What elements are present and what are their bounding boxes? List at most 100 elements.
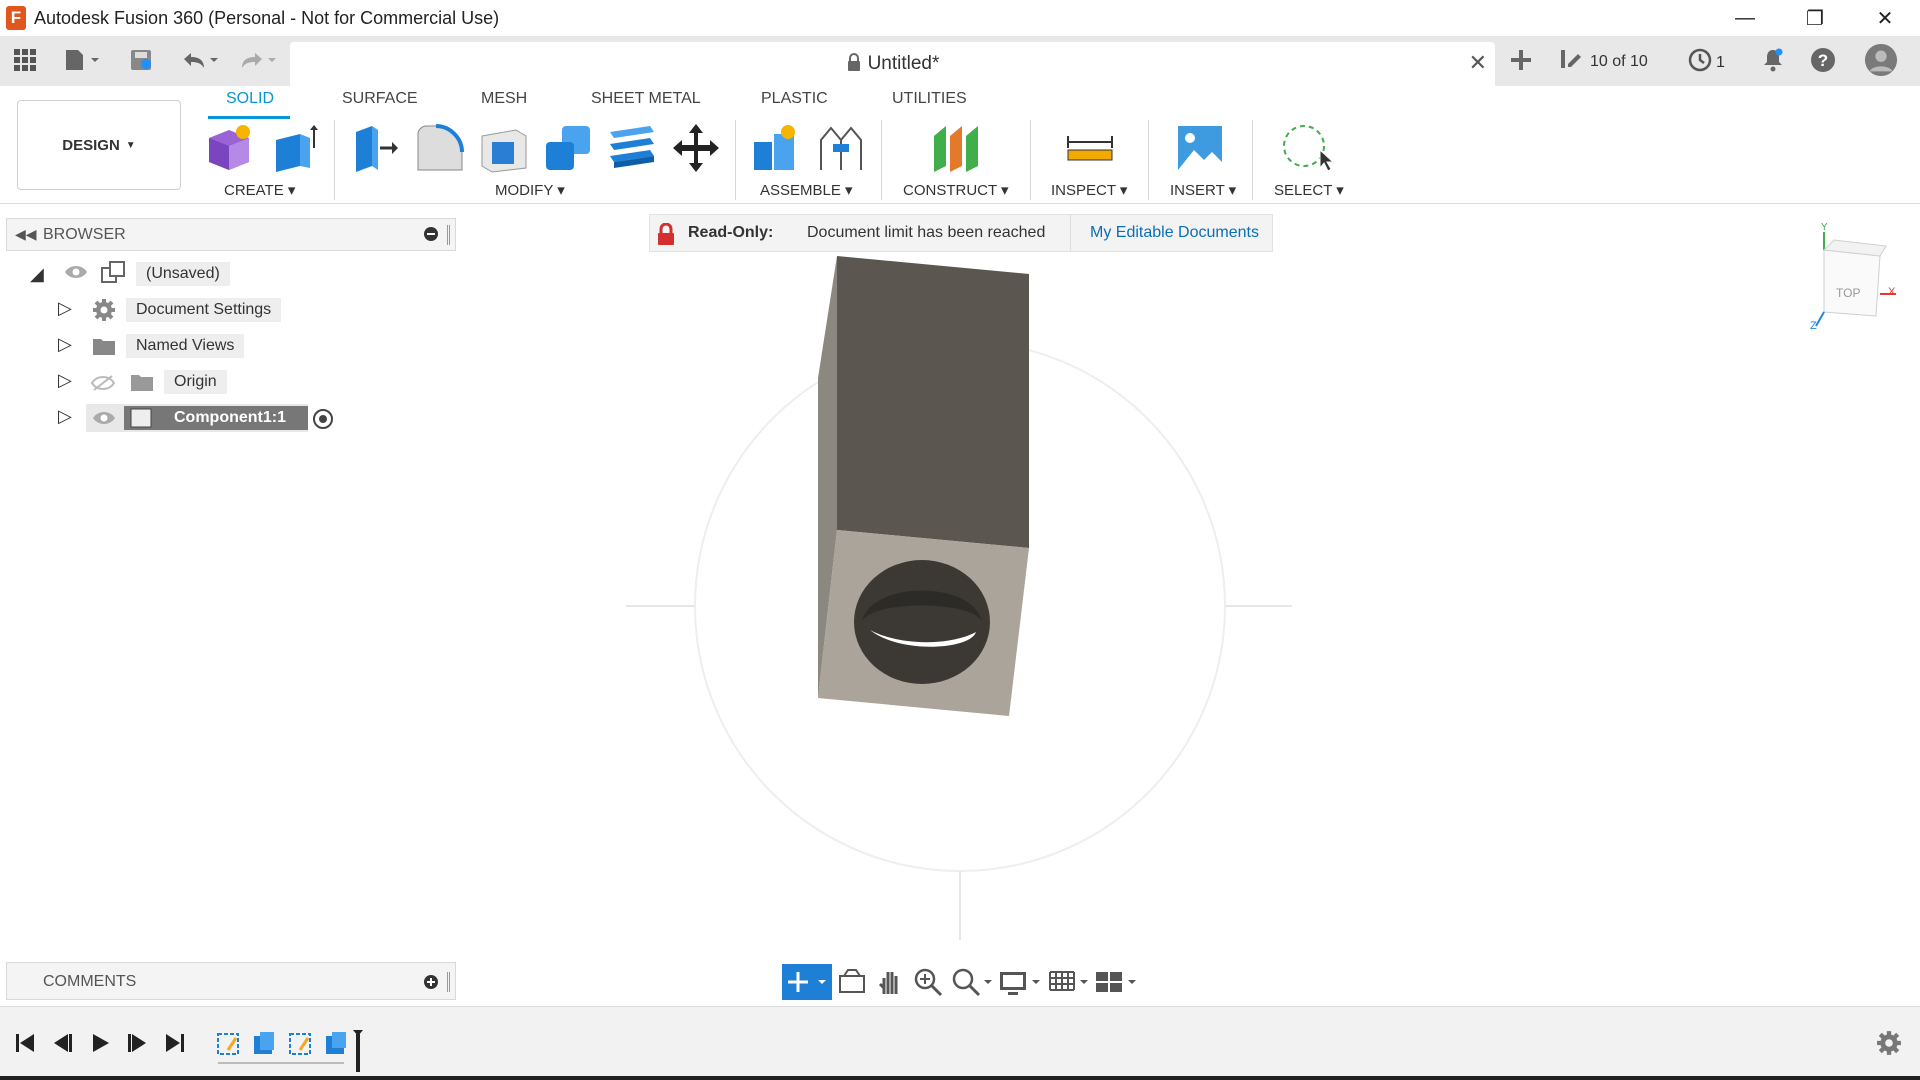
- tree-item-origin[interactable]: Origin: [164, 370, 227, 394]
- inspect-label: INSPECT: [1051, 182, 1116, 199]
- measure-icon[interactable]: [1064, 122, 1114, 172]
- expand-origin-icon[interactable]: ▷: [58, 370, 72, 391]
- display-settings-icon[interactable]: [998, 966, 1042, 1003]
- read-only-message: Document limit has been reached: [807, 224, 1046, 241]
- minimize-button[interactable]: —: [1710, 0, 1780, 36]
- grid-settings-icon[interactable]: [1046, 966, 1090, 1003]
- new-component-icon[interactable]: [203, 122, 253, 172]
- collapse-panel-icon[interactable]: ◀◀: [15, 226, 37, 243]
- combine-icon[interactable]: [542, 122, 592, 172]
- document-tab[interactable]: Untitled* ✕: [290, 42, 1495, 86]
- timeline-next-icon[interactable]: [126, 1032, 148, 1059]
- view-cube[interactable]: TOP Y X Z: [1800, 222, 1900, 337]
- edit-version-icon: [1560, 48, 1584, 75]
- tree-item-document-settings[interactable]: Document Settings: [126, 298, 282, 322]
- insert-menu[interactable]: INSERT ▾: [1170, 181, 1236, 199]
- pan-hand-icon[interactable]: [874, 966, 906, 1003]
- timeline-extrude-feature-icon: [254, 1032, 274, 1054]
- insert-label: INSERT: [1170, 182, 1225, 199]
- extrude-icon[interactable]: [268, 122, 318, 172]
- assemble-label: ASSEMBLE: [760, 182, 841, 199]
- timeline-previous-icon[interactable]: [52, 1032, 74, 1059]
- timeline-sketch-feature-icon: [217, 1033, 239, 1055]
- add-comment-icon[interactable]: [423, 974, 439, 995]
- activate-component-radio-icon[interactable]: [312, 408, 334, 435]
- red-lock-icon: [656, 222, 676, 250]
- visibility-eye-icon[interactable]: [92, 410, 116, 431]
- timeline-play-icon[interactable]: [90, 1032, 112, 1059]
- tree-item-component[interactable]: Component1:1: [174, 409, 286, 427]
- timeline-settings-gear-icon[interactable]: [1876, 1030, 1902, 1061]
- timeline-last-icon[interactable]: [164, 1032, 186, 1059]
- fillet-icon[interactable]: [414, 122, 464, 172]
- redo-icon[interactable]: [234, 44, 282, 76]
- save-icon[interactable]: [124, 44, 158, 76]
- select-menu[interactable]: SELECT ▾: [1274, 181, 1344, 199]
- orbit-tool-button[interactable]: [782, 964, 832, 1000]
- zoom-window-icon[interactable]: [950, 966, 994, 1003]
- new-component-assemble-icon[interactable]: [750, 122, 800, 172]
- user-avatar-icon[interactable]: [1864, 43, 1898, 77]
- window-title: Autodesk Fusion 360 (Personal - Not for …: [34, 7, 500, 28]
- workspace-switcher-button[interactable]: DESIGN ▼: [17, 100, 181, 190]
- panel-resize-handle[interactable]: [447, 225, 450, 245]
- workspace-label: DESIGN: [62, 136, 120, 154]
- close-window-button[interactable]: ✕: [1850, 0, 1920, 36]
- construct-label: CONSTRUCT: [903, 182, 997, 199]
- browser-minus-icon[interactable]: [423, 226, 439, 247]
- read-only-banner: Read-Only: Document limit has been reach…: [649, 214, 1273, 252]
- timeline-first-icon[interactable]: [14, 1032, 36, 1059]
- viewports-icon[interactable]: [1094, 966, 1138, 1003]
- notifications-bell-icon[interactable]: [1756, 44, 1790, 76]
- tab-surface[interactable]: SURFACE: [342, 90, 418, 108]
- offset-face-icon[interactable]: [606, 122, 656, 172]
- tab-mesh[interactable]: MESH: [481, 90, 527, 108]
- browser-panel-header[interactable]: ◀◀ BROWSER: [6, 218, 456, 251]
- 3d-model-block[interactable]: [818, 256, 1029, 716]
- document-title: Untitled*: [867, 53, 940, 74]
- inspect-menu[interactable]: INSPECT ▾: [1051, 181, 1127, 199]
- expand-named-views-icon[interactable]: ▷: [58, 334, 72, 355]
- comments-title: COMMENTS: [43, 973, 137, 990]
- shell-icon[interactable]: [478, 122, 528, 173]
- data-panel-grid-icon[interactable]: [8, 44, 42, 76]
- panel-resize-handle[interactable]: [447, 972, 450, 992]
- modify-menu[interactable]: MODIFY ▾: [495, 181, 565, 199]
- comments-panel-header[interactable]: COMMENTS: [6, 962, 456, 1000]
- canvas-viewport[interactable]: [600, 250, 1300, 950]
- tree-item-unsaved[interactable]: (Unsaved): [136, 262, 230, 286]
- my-editable-documents-link[interactable]: My Editable Documents: [1090, 224, 1259, 242]
- press-pull-icon[interactable]: [350, 122, 400, 172]
- expand-component-icon[interactable]: ▷: [58, 406, 72, 427]
- browser-title: BROWSER: [43, 226, 126, 243]
- tab-utilities[interactable]: UTILITIES: [892, 90, 967, 108]
- create-menu[interactable]: CREATE ▾: [224, 181, 295, 199]
- modify-label: MODIFY: [495, 182, 554, 199]
- maximize-button[interactable]: ❐: [1780, 0, 1850, 36]
- tab-plastic[interactable]: PLASTIC: [761, 90, 828, 108]
- select-lasso-icon[interactable]: [1280, 122, 1335, 172]
- hidden-eye-icon[interactable]: [90, 374, 116, 397]
- zoom-icon[interactable]: [912, 966, 944, 1003]
- file-menu-icon[interactable]: [60, 44, 104, 76]
- version-indicator[interactable]: 10 of 10: [1560, 48, 1648, 75]
- lock-icon: [846, 52, 862, 78]
- collapse-root-icon[interactable]: ◢: [30, 264, 44, 285]
- undo-icon[interactable]: [176, 44, 224, 76]
- visibility-eye-icon[interactable]: [64, 264, 88, 285]
- joint-icon[interactable]: [815, 122, 865, 172]
- move-copy-icon[interactable]: [670, 122, 720, 172]
- expand-document-settings-icon[interactable]: ▷: [58, 298, 72, 319]
- tab-solid[interactable]: SOLID: [226, 90, 274, 108]
- help-icon[interactable]: ?: [1806, 44, 1840, 76]
- close-document-icon[interactable]: ✕: [1469, 50, 1487, 76]
- assemble-menu[interactable]: ASSEMBLE ▾: [760, 181, 853, 199]
- job-status[interactable]: 1: [1688, 48, 1725, 77]
- construct-menu[interactable]: CONSTRUCT ▾: [903, 181, 1009, 199]
- offset-plane-icon[interactable]: [930, 122, 980, 172]
- look-at-icon[interactable]: [836, 966, 868, 1003]
- insert-image-icon[interactable]: [1174, 122, 1224, 172]
- new-tab-plus-icon[interactable]: [1504, 44, 1538, 76]
- tab-sheet-metal[interactable]: SHEET METAL: [591, 90, 701, 108]
- tree-item-named-views[interactable]: Named Views: [126, 334, 245, 358]
